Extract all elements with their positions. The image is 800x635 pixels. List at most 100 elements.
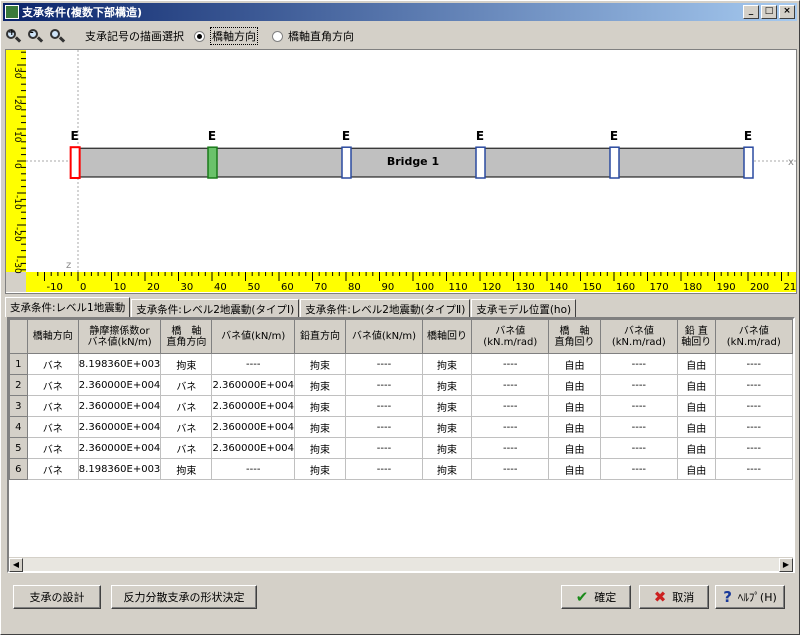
maximize-button[interactable]: □ [761,5,777,19]
grid-cell[interactable]: 2.360000E+004 [211,374,295,396]
tab-level2-type1[interactable]: 支承条件:レベル2地震動(タイプⅠ) [131,299,300,317]
grid-cell[interactable]: 2.360000E+004 [77,437,162,459]
grid-cell[interactable]: 8.198360E+003 [77,458,162,480]
grid-cell[interactable]: 拘束 [293,458,347,480]
grid-cell[interactable]: 拘束 [421,353,473,375]
grid-cell[interactable]: ---- [599,374,679,396]
tab-level2-type2[interactable]: 支承条件:レベル2地震動(タイプⅡ) [300,299,471,317]
grid-cell[interactable]: 2.360000E+004 [77,416,162,438]
grid-cell[interactable]: 拘束 [293,416,347,438]
grid-cell[interactable]: バネ [26,458,79,480]
zoom-fit-icon[interactable] [49,28,66,44]
grid-cell[interactable]: バネ [26,437,79,459]
grid-cell[interactable]: バネ [160,374,213,396]
grid-cell[interactable]: ---- [599,416,679,438]
scroll-left-icon[interactable]: ◀ [9,558,23,572]
grid-cell[interactable]: バネ [26,395,79,417]
radio-dot[interactable] [272,30,283,42]
grid-cell[interactable]: ---- [345,353,423,375]
help-button[interactable]: ? ﾍﾙﾌﾟ(H) [715,585,785,609]
grid-cell[interactable]: バネ [160,416,213,438]
grid-cell[interactable]: バネ [26,353,79,375]
grid-cell[interactable]: ---- [211,353,295,375]
radio-bridge-axis[interactable]: 橋軸方向 [194,27,258,45]
grid-cell[interactable]: 拘束 [421,458,473,480]
grid-cell[interactable]: 拘束 [293,353,347,375]
grid-cell[interactable]: 自由 [548,353,601,375]
grid-cell[interactable]: ---- [471,353,550,375]
row-number[interactable]: 5 [9,437,28,459]
grid-cell[interactable]: 8.198360E+003 [77,353,162,375]
grid-cell[interactable]: ---- [345,458,423,480]
grid-cell[interactable]: ---- [714,416,793,438]
tab-model-position[interactable]: 支承モデル位置(ho) [471,299,577,317]
grid-cell[interactable]: ---- [714,395,793,417]
grid-cell[interactable]: 2.360000E+004 [211,437,295,459]
row-number[interactable]: 6 [9,458,28,480]
bridge-canvas[interactable]: -10 0 10 20 30 40 50 60 70 80 90 100 110 120 130 140 150… [5,49,797,294]
grid-cell[interactable]: バネ [160,395,213,417]
row-number[interactable]: 2 [9,374,28,396]
grid-cell[interactable]: 自由 [677,437,716,459]
grid-cell[interactable]: 自由 [677,458,716,480]
grid-cell[interactable]: 拘束 [160,458,213,480]
zoom-in-icon[interactable]: + [5,28,22,44]
scroll-right-icon[interactable]: ▶ [779,558,793,572]
grid-cell[interactable]: ---- [714,374,793,396]
cancel-button[interactable]: ✖ 取消 [639,585,709,609]
minimize-button[interactable]: _ [743,5,759,19]
grid-cell[interactable]: 拘束 [160,353,213,375]
grid-cell[interactable]: ---- [345,437,423,459]
grid-cell[interactable]: 自由 [677,395,716,417]
row-number[interactable]: 3 [9,395,28,417]
grid-cell[interactable]: ---- [599,458,679,480]
grid-cell[interactable]: 自由 [548,458,601,480]
tab-level1[interactable]: 支承条件:レベル1地震動 [5,297,131,317]
row-number[interactable]: 1 [9,353,28,375]
grid-cell[interactable]: 自由 [548,374,601,396]
grid-cell[interactable]: バネ [26,416,79,438]
grid-cell[interactable]: 2.360000E+004 [211,395,295,417]
ok-button[interactable]: ✔ 確定 [561,585,631,609]
horizontal-scrollbar[interactable]: ◀ ▶ [9,557,793,572]
grid-cell[interactable]: ---- [345,416,423,438]
grid-cell[interactable]: ---- [599,353,679,375]
grid-cell[interactable]: 2.360000E+004 [77,374,162,396]
grid-cell[interactable]: ---- [345,395,423,417]
grid-cell[interactable]: ---- [471,458,550,480]
grid-cell[interactable]: ---- [714,437,793,459]
design-button[interactable]: 支承の設計 [13,585,101,609]
zoom-out-icon[interactable]: - [27,28,44,44]
shape-button[interactable]: 反力分散支承の形状決定 [111,585,257,609]
grid-cell[interactable]: 拘束 [421,395,473,417]
grid-cell[interactable]: 自由 [677,353,716,375]
grid-cell[interactable]: バネ [160,437,213,459]
grid-cell[interactable]: 拘束 [293,395,347,417]
grid-cell[interactable]: 2.360000E+004 [211,416,295,438]
grid-cell[interactable]: ---- [471,395,550,417]
grid-cell[interactable]: 自由 [548,437,601,459]
grid-cell[interactable]: ---- [714,353,793,375]
close-button[interactable]: × [779,5,795,19]
grid-cell[interactable]: ---- [471,416,550,438]
grid-cell[interactable]: 拘束 [421,416,473,438]
grid-cell[interactable]: 拘束 [421,437,473,459]
grid-cell[interactable]: ---- [714,458,793,480]
grid-cell[interactable]: バネ [26,374,79,396]
row-number[interactable]: 4 [9,416,28,438]
grid-cell[interactable]: 拘束 [293,437,347,459]
grid-cell[interactable]: 2.360000E+004 [77,395,162,417]
grid-cell[interactable]: 自由 [677,374,716,396]
grid-cell[interactable]: 拘束 [421,374,473,396]
grid-cell[interactable]: 自由 [548,416,601,438]
grid-cell[interactable]: 拘束 [293,374,347,396]
grid-cell[interactable]: ---- [599,395,679,417]
grid-cell[interactable]: ---- [471,374,550,396]
grid-cell[interactable]: ---- [599,437,679,459]
grid-cell[interactable]: 自由 [548,395,601,417]
grid-cell[interactable]: ---- [211,458,295,480]
grid-cell[interactable]: 自由 [677,416,716,438]
radio-dot[interactable] [194,30,205,42]
radio-bridge-perpendicular[interactable]: 橋軸直角方向 [272,28,354,44]
grid-cell[interactable]: ---- [471,437,550,459]
